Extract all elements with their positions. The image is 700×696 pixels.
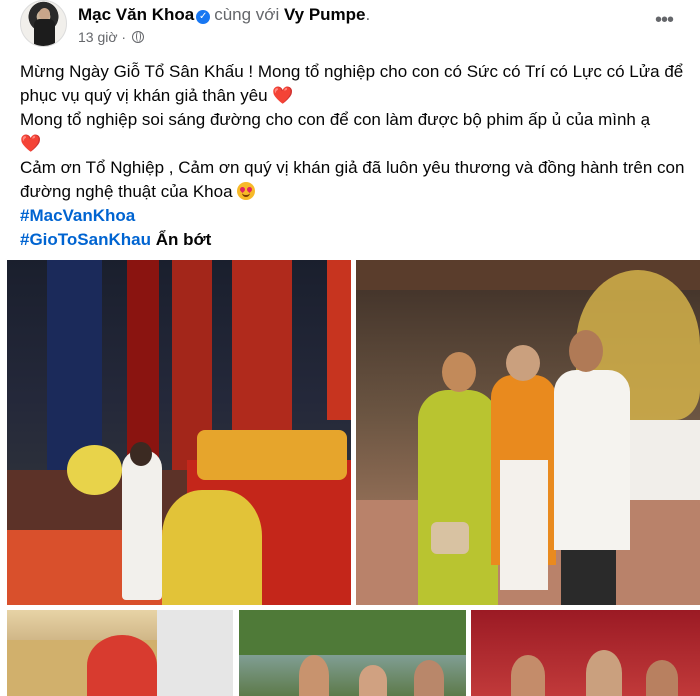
altar-flowers-photo[interactable] [7, 610, 233, 696]
post-timestamp-link[interactable]: 13 giờ [78, 29, 118, 45]
author-avatar[interactable] [20, 0, 67, 47]
post-header: Mạc Văn Khoa ✓ cùng với Vy Pumpe. 13 giờ · [20, 0, 700, 50]
post-paragraph-1: Mừng Ngày Giỗ Tổ Sân Khấu ! Mong tổ nghi… [20, 60, 690, 108]
post-paragraph-3: Cảm ơn Tổ Nghiệp , Cảm ơn quý vị khán gi… [20, 158, 685, 201]
crowd-outdoor-photo[interactable] [239, 610, 466, 696]
heart-emoji-icon: ❤️ [20, 134, 42, 153]
group-temple-photo[interactable] [356, 260, 700, 605]
author-name-link[interactable]: Mạc Văn Khoa [78, 5, 194, 24]
heart-emoji-icon: ❤️ [272, 86, 294, 105]
globe-icon[interactable] [132, 31, 144, 43]
more-options-icon[interactable]: ••• [648, 10, 680, 34]
with-text: cùng với [214, 5, 280, 24]
post-paragraph-2: Mong tổ nghiệp soi sáng đường cho con để… [20, 108, 690, 156]
hashtag-link-giotosankhau[interactable]: #GioToSanKhau [20, 230, 151, 249]
see-less-button[interactable]: Ẩn bớt [156, 230, 212, 249]
hashtag-link-macvankhoa[interactable]: #MacVanKhoa [20, 206, 135, 225]
group-red-backdrop-photo[interactable] [471, 610, 700, 696]
verified-badge-icon: ✓ [196, 10, 211, 24]
post-body: Mừng Ngày Giỗ Tổ Sân Khấu ! Mong tổ nghi… [20, 60, 690, 252]
tagged-user-link[interactable]: Vy Pumpe [284, 5, 366, 24]
post-meta: 13 giờ · [78, 29, 144, 45]
altar-offering-photo[interactable] [7, 260, 351, 605]
post-title-line: Mạc Văn Khoa ✓ cùng với Vy Pumpe. [78, 5, 371, 24]
heart-eyes-emoji-icon [237, 182, 256, 200]
